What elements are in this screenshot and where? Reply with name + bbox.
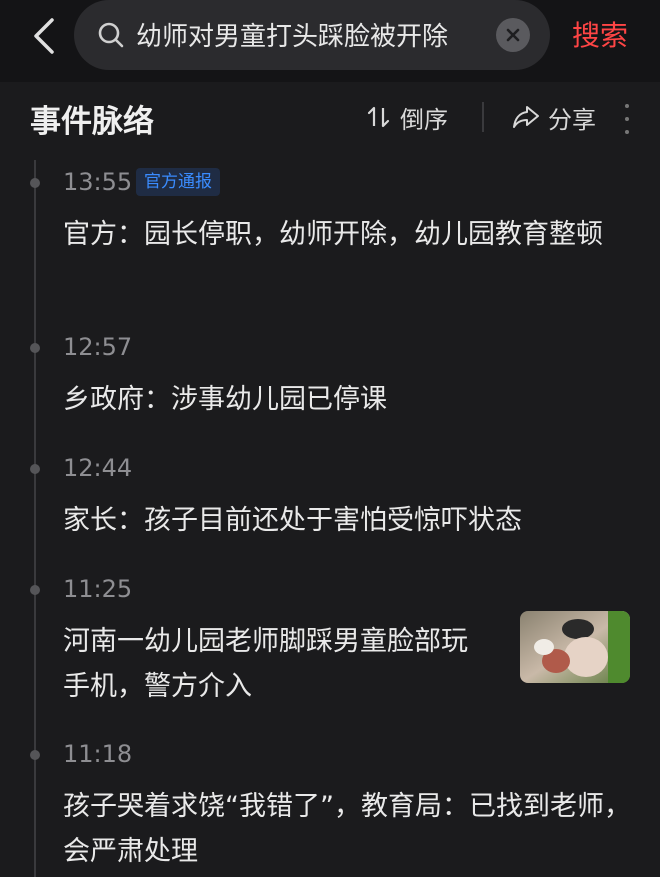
share-icon [513, 106, 539, 128]
thumbnail-image [520, 611, 630, 683]
search-input[interactable]: 幼师对男童打头踩脸被开除 [136, 16, 448, 53]
timeline-header: 事件脉络 倒序 分享 [0, 82, 660, 152]
event-title[interactable]: 家长：孩子目前还处于害怕受惊吓状态 [63, 498, 633, 543]
timeline-dot [30, 750, 40, 760]
event-time: 13:55 [63, 168, 133, 196]
chevron-left-icon [34, 18, 54, 54]
search-button[interactable]: 搜索 [572, 14, 628, 54]
more-dot-icon [625, 130, 629, 134]
event-title[interactable]: 官方：园长停职，幼师开除，幼儿园教育整顿 [63, 212, 633, 257]
search-box[interactable]: 幼师对男童打头踩脸被开除 [74, 0, 550, 70]
official-badge: 官方通报 [136, 168, 220, 196]
back-button[interactable] [26, 14, 62, 58]
clear-button[interactable] [496, 18, 530, 52]
sort-label: 倒序 [400, 105, 448, 134]
timeline-dot [30, 178, 40, 188]
event-time: 11:25 [63, 575, 133, 603]
page-title: 事件脉络 [30, 104, 154, 140]
more-dot-icon [625, 117, 629, 121]
more-dot-icon [625, 104, 629, 108]
sort-button[interactable]: 倒序 [366, 100, 448, 134]
event-time: 12:44 [63, 454, 133, 482]
event-title[interactable]: 孩子哭着求饶“我错了”，教育局：已找到老师，会严肃处理 [63, 784, 633, 874]
timeline-dot [30, 585, 40, 595]
event-title[interactable]: 乡政府：涉事幼儿园已停课 [63, 377, 633, 422]
divider [482, 102, 484, 132]
event-time: 11:18 [63, 740, 133, 768]
close-icon [506, 28, 520, 42]
event-time: 12:57 [63, 333, 133, 361]
timeline-line [34, 160, 36, 877]
timeline-dot [30, 464, 40, 474]
sort-icon [367, 106, 390, 128]
top-bar: 幼师对男童打头踩脸被开除 搜索 [0, 0, 660, 82]
event-thumbnail[interactable] [520, 611, 630, 683]
share-button[interactable]: 分享 [512, 100, 596, 134]
share-label: 分享 [548, 105, 596, 134]
more-button[interactable] [622, 104, 632, 134]
search-icon [98, 22, 124, 48]
event-title[interactable]: 河南一幼儿园老师脚踩男童脸部玩手机，警方介入 [63, 619, 493, 709]
timeline-dot [30, 343, 40, 353]
